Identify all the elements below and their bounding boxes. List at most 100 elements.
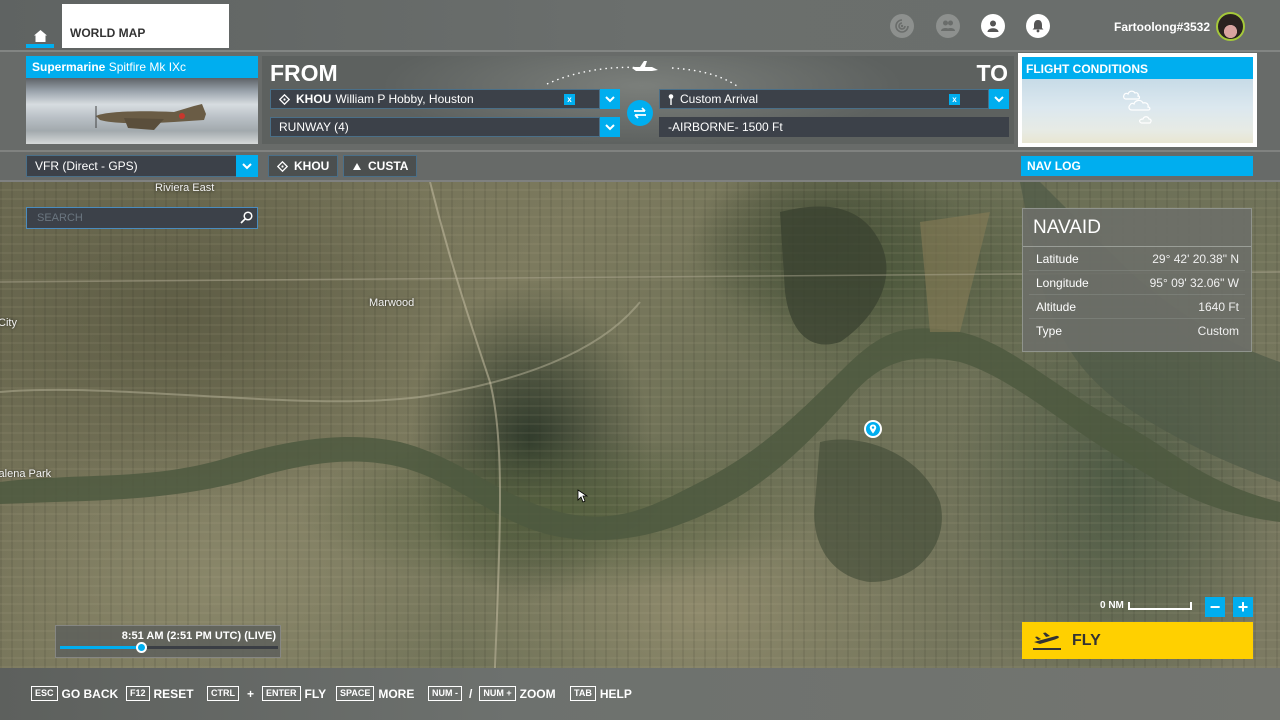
hint-fly[interactable]: CTRL + ENTER FLY xyxy=(207,686,326,701)
key-space: SPACE xyxy=(336,686,375,701)
waypoint-chip-departure[interactable]: KHOU xyxy=(268,155,339,177)
profile-button[interactable] xyxy=(981,14,1005,38)
arrival-field[interactable]: Custom Arrival x xyxy=(659,89,989,109)
zoom-out-button[interactable]: − xyxy=(1205,597,1225,617)
navaid-key: Longitude xyxy=(1036,275,1089,290)
highway xyxy=(0,301,641,403)
zoom-in-button[interactable]: + xyxy=(1233,597,1253,617)
departure-dropdown-button[interactable] xyxy=(600,89,620,109)
airport-icon xyxy=(279,93,290,105)
custom-waypoint-marker[interactable] xyxy=(864,420,882,438)
navaid-row-latitude: Latitude 29° 42' 20.38" N xyxy=(1029,247,1245,271)
navaid-title: NAVAID xyxy=(1023,209,1251,247)
hint-zoom[interactable]: NUM - / NUM + ZOOM xyxy=(428,686,556,701)
departure-runway-value: RUNWAY (4) xyxy=(279,120,349,134)
navaid-info-panel: NAVAID Latitude 29° 42' 20.38" N Longitu… xyxy=(1022,208,1252,352)
hint-help[interactable]: TAB HELP xyxy=(570,686,632,701)
waypoint-label: KHOU xyxy=(294,159,330,173)
aircraft-selection-card[interactable]: Supermarine Spitfire Mk IXc xyxy=(26,56,258,144)
clear-departure-button[interactable]: x xyxy=(564,94,575,105)
navaid-value: 95° 09' 32.06" W xyxy=(1149,275,1239,290)
marsh xyxy=(814,439,942,582)
fly-button[interactable]: FLY xyxy=(1022,622,1253,659)
map-label-marwood: Marwood xyxy=(369,297,415,309)
hint-more[interactable]: SPACE MORE xyxy=(336,686,414,701)
hint-go-back[interactable]: ESC GO BACK xyxy=(31,686,118,701)
activity-icon xyxy=(895,19,909,33)
navaid-key: Latitude xyxy=(1036,251,1079,266)
key-joiner: / xyxy=(469,686,473,701)
map-search-input[interactable]: SEARCH xyxy=(26,207,258,229)
triangle-icon xyxy=(353,162,361,170)
home-icon xyxy=(33,30,47,42)
departure-code: KHOU xyxy=(296,92,332,106)
departure-runway-select[interactable]: RUNWAY (4) xyxy=(270,117,600,137)
profile-icon xyxy=(987,20,999,32)
navaid-row-type: Type Custom xyxy=(1029,319,1245,343)
scale-bar xyxy=(1127,601,1192,610)
map-label-city: City xyxy=(0,317,17,329)
hint-action: FLY xyxy=(304,686,327,701)
avatar[interactable] xyxy=(1216,12,1245,41)
friends-button[interactable] xyxy=(936,14,960,38)
navaid-row-altitude: Altitude 1640 Ft xyxy=(1029,295,1245,319)
hint-action: HELP xyxy=(599,686,632,701)
key-joiner: + xyxy=(247,686,255,701)
navaid-value: 29° 42' 20.38" N xyxy=(1152,251,1239,266)
runway-dropdown-button[interactable] xyxy=(600,117,620,137)
route-arc-icon xyxy=(546,61,738,87)
waypoint-chip-arrival[interactable]: CUSTA xyxy=(343,155,418,177)
flight-conditions-title: FLIGHT CONDITIONS xyxy=(1022,57,1253,79)
navaid-value: 1640 Ft xyxy=(1198,299,1239,314)
scale-label: 0 NM xyxy=(1100,600,1124,611)
time-slider-thumb[interactable] xyxy=(135,642,147,653)
aircraft-manufacturer: Supermarine xyxy=(32,60,106,74)
flight-conditions-card[interactable]: FLIGHT CONDITIONS xyxy=(1018,53,1257,147)
map-label-galena-park: Galena Park xyxy=(0,468,52,480)
time-label: 8:51 AM (2:51 PM UTC) (LIVE) xyxy=(121,630,276,642)
flight-plan-type-select[interactable]: VFR (Direct - GPS) xyxy=(26,155,258,177)
home-active-indicator xyxy=(26,44,54,48)
navaid-key: Altitude xyxy=(1036,299,1077,314)
departure-airport-field[interactable]: KHOU William P Hobby, Houston x xyxy=(270,89,600,109)
airport-icon xyxy=(277,160,288,172)
navaid-key: Type xyxy=(1036,324,1063,338)
arrival-name: Custom Arrival xyxy=(680,92,759,106)
key-esc: ESC xyxy=(31,686,58,701)
aircraft-image xyxy=(26,78,258,144)
hint-action: GO BACK xyxy=(61,686,119,701)
flight-plan-type-dropdown-button[interactable] xyxy=(236,155,258,177)
nav-log-button[interactable]: NAV LOG xyxy=(1021,156,1253,176)
hint-action: ZOOM xyxy=(519,686,556,701)
search-icon[interactable] xyxy=(240,211,253,224)
username[interactable]: Fartoolong#3532 xyxy=(1114,20,1210,34)
divider xyxy=(0,180,1280,182)
friends-icon xyxy=(941,20,955,31)
tab-world-map[interactable]: WORLD MAP xyxy=(62,4,229,48)
hint-action: MORE xyxy=(378,686,415,701)
navaid-value: Custom xyxy=(1197,324,1239,338)
hint-reset[interactable]: F12 RESET xyxy=(126,686,194,701)
spitfire-plane-icon xyxy=(95,104,206,130)
mouse-cursor-icon xyxy=(577,489,589,503)
activity-button[interactable] xyxy=(890,14,914,38)
spoil-island xyxy=(920,212,990,332)
key-num-plus: NUM + xyxy=(479,686,516,701)
swap-route-button[interactable] xyxy=(627,100,653,126)
time-slider[interactable] xyxy=(60,642,278,653)
sky-preview xyxy=(1022,79,1253,143)
time-slider-fill xyxy=(60,646,141,649)
clear-arrival-button[interactable]: x xyxy=(949,94,960,105)
departure-name: William P Hobby, Houston xyxy=(335,92,474,106)
chevron-down-icon xyxy=(994,95,1004,102)
key-ctrl: CTRL xyxy=(207,686,239,701)
home-button[interactable] xyxy=(26,20,54,48)
flight-plan-type-value: VFR (Direct - GPS) xyxy=(35,159,138,173)
takeoff-icon xyxy=(1033,632,1061,650)
notifications-button[interactable] xyxy=(1026,14,1050,38)
map-scale: 0 NM xyxy=(1100,600,1192,611)
chevron-down-icon xyxy=(605,95,615,102)
fly-label: FLY xyxy=(1072,631,1101,649)
arrival-dropdown-button[interactable] xyxy=(989,89,1009,109)
highway xyxy=(429,182,501,668)
